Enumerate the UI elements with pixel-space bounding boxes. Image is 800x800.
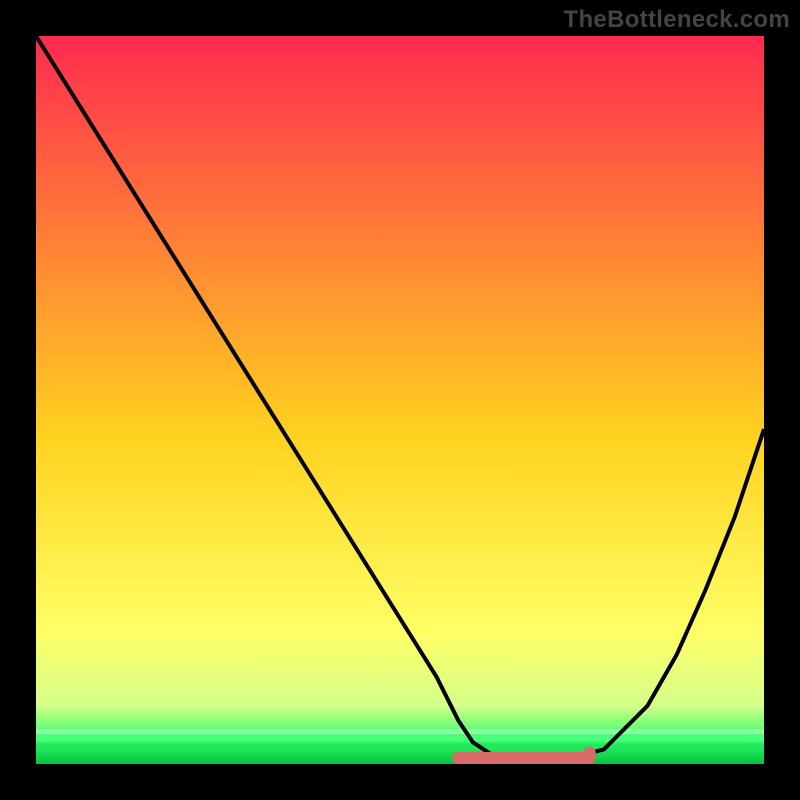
chart-frame: TheBottleneck.com: [0, 0, 800, 800]
watermark-text: TheBottleneck.com: [564, 6, 790, 34]
bottleneck-plot: [36, 36, 764, 764]
green-band-3: [36, 744, 764, 749]
green-band-2: [36, 736, 764, 741]
green-band-1: [36, 729, 764, 734]
plot-background: [36, 36, 764, 764]
optimal-point-marker: [583, 747, 596, 760]
